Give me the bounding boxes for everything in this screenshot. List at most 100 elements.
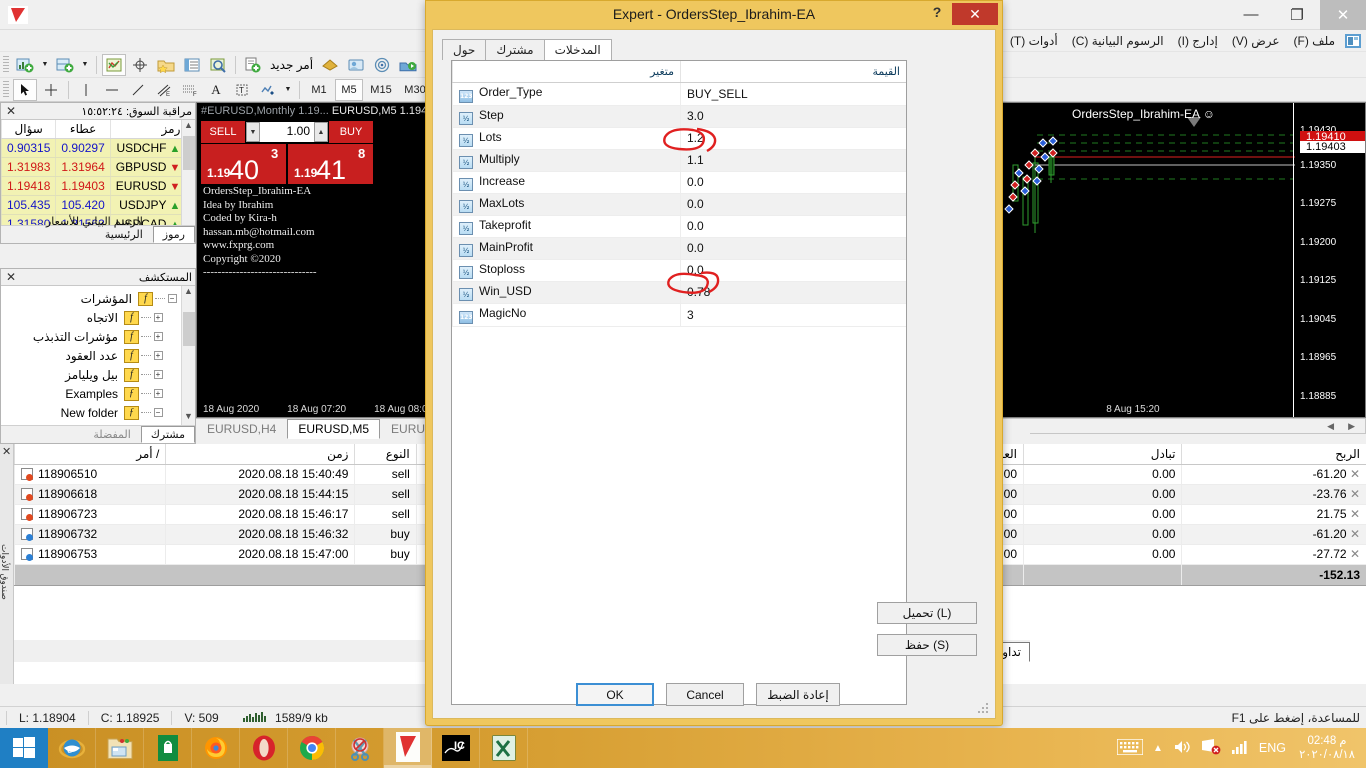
chart-dropdown-icon[interactable]: ▼ bbox=[39, 54, 51, 76]
volume-increment-icon[interactable]: ▲ bbox=[314, 122, 328, 142]
tab-tick-chart[interactable]: الرسم البياني للأسعار الرئيسية bbox=[1, 213, 153, 243]
save-button[interactable]: حفظ (S) bbox=[877, 634, 977, 656]
shapes-icon[interactable] bbox=[256, 79, 280, 101]
close-order-icon[interactable]: ✕ bbox=[1350, 507, 1360, 521]
tab-about[interactable]: حول bbox=[442, 39, 486, 60]
table-row[interactable]: ½Takeprofit 0.0 bbox=[453, 215, 907, 237]
param-value-cell[interactable]: 0.0 bbox=[681, 237, 907, 259]
scroll-down-icon[interactable]: ▼ bbox=[184, 411, 193, 425]
tab-symbols[interactable]: رموز bbox=[153, 226, 195, 243]
taskbar-file-explorer[interactable] bbox=[96, 728, 144, 768]
mql5-community-icon[interactable] bbox=[344, 54, 368, 76]
cancel-button[interactable]: Cancel bbox=[666, 683, 744, 706]
drawing-toolbar-grip[interactable] bbox=[3, 81, 9, 99]
clock[interactable]: 02:48 م ٢٠٢٠/٠٨/١٨ bbox=[1296, 734, 1358, 762]
close-button[interactable]: ✕ bbox=[1320, 0, 1366, 30]
crosshair-tool-icon[interactable] bbox=[39, 79, 63, 101]
new-order-label[interactable]: أمر جديد bbox=[266, 58, 317, 72]
buy-price-display[interactable]: 1.19 41 8 bbox=[288, 144, 373, 184]
volume-field[interactable]: ▼ 1.00 ▲ bbox=[245, 121, 329, 143]
menu-insert[interactable]: إدارج (I) bbox=[1171, 32, 1225, 50]
timeframe-m1[interactable]: M1 bbox=[305, 79, 333, 101]
param-value-cell[interactable]: 1.1 bbox=[681, 149, 907, 171]
tab-common[interactable]: مشترك bbox=[141, 426, 195, 443]
table-row[interactable]: ▲USDCHF 0.90297 0.90315 bbox=[2, 138, 182, 157]
table-row[interactable]: ½MaxLots 0.0 bbox=[453, 193, 907, 215]
menu-view[interactable]: عرض (V) bbox=[1225, 32, 1287, 50]
column-value[interactable]: القيمة bbox=[681, 61, 907, 82]
taskbar-ic-markets[interactable]: IC bbox=[432, 728, 480, 768]
tree-item-volumes[interactable]: + f عدد العقود bbox=[1, 346, 179, 365]
table-row[interactable]: ½Win_USD 0.78 bbox=[453, 281, 907, 303]
expander-icon[interactable]: + bbox=[151, 370, 165, 379]
param-value-cell[interactable]: 0.0 bbox=[681, 193, 907, 215]
table-row[interactable]: ½MainProfit 0.0 bbox=[453, 237, 907, 259]
column-time[interactable]: زمن bbox=[166, 444, 355, 464]
expander-icon[interactable]: − bbox=[165, 294, 179, 303]
tile-windows-icon[interactable] bbox=[53, 54, 77, 76]
tree-item-oscillators[interactable]: + f مؤشرات التذبذب bbox=[1, 327, 179, 346]
autotrading-icon[interactable] bbox=[396, 54, 420, 76]
taskbar-store[interactable] bbox=[144, 728, 192, 768]
text-icon[interactable]: A bbox=[204, 79, 228, 101]
sell-button[interactable]: SELL bbox=[201, 121, 245, 143]
close-icon[interactable]: ✕ bbox=[6, 270, 16, 284]
param-value-cell[interactable]: 3.0 bbox=[681, 105, 907, 127]
text-label-icon[interactable]: T bbox=[230, 79, 254, 101]
sell-price-display[interactable]: 1.19 40 3 bbox=[201, 144, 286, 184]
column-profit[interactable]: الربح bbox=[1182, 444, 1366, 464]
tree-item-trend[interactable]: + f الاتجاه bbox=[1, 308, 179, 327]
navigator-scrollbar[interactable]: ▲ ▼ bbox=[181, 286, 195, 425]
taskbar-metatrader[interactable] bbox=[384, 728, 432, 768]
close-order-icon[interactable]: ✕ bbox=[1350, 467, 1360, 481]
close-icon[interactable]: ✕ bbox=[2, 445, 11, 458]
table-row[interactable]: ½Stoploss 0.0 bbox=[453, 259, 907, 281]
trendline-icon[interactable] bbox=[126, 79, 150, 101]
vertical-line-icon[interactable] bbox=[74, 79, 98, 101]
taskbar-firefox[interactable] bbox=[192, 728, 240, 768]
table-row[interactable]: 123Order_Type BUY_SELL bbox=[453, 82, 907, 105]
param-value-cell[interactable]: 0.0 bbox=[681, 215, 907, 237]
close-icon[interactable]: ✕ bbox=[6, 104, 16, 118]
taskbar-chrome[interactable] bbox=[288, 728, 336, 768]
buy-button[interactable]: BUY bbox=[329, 121, 373, 143]
signals-icon[interactable] bbox=[370, 54, 394, 76]
volume-decrement-icon[interactable]: ▼ bbox=[246, 122, 260, 142]
network-signal-icon[interactable] bbox=[1231, 739, 1249, 758]
fibonacci-icon[interactable]: F bbox=[178, 79, 202, 101]
table-row[interactable]: ▲USDJPY 105.420 105.435 bbox=[2, 195, 182, 214]
reset-button[interactable]: إعادة الضبط bbox=[756, 683, 840, 706]
dialog-resize-grip[interactable] bbox=[977, 702, 989, 714]
table-row[interactable]: ½Multiply 1.1 bbox=[453, 149, 907, 171]
table-row[interactable]: 123MagicNo 3 bbox=[453, 303, 907, 326]
close-order-icon[interactable]: ✕ bbox=[1350, 547, 1360, 561]
param-value-cell[interactable]: 0.0 bbox=[681, 259, 907, 281]
tree-item-bill-williams[interactable]: + f بيل ويليامز bbox=[1, 365, 179, 384]
open-folder-icon[interactable] bbox=[154, 54, 178, 76]
param-value-cell-win-usd[interactable]: 0.78 bbox=[681, 281, 907, 303]
timeframe-m15[interactable]: M15 bbox=[365, 79, 397, 101]
scroll-thumb[interactable] bbox=[183, 312, 195, 346]
column-ask[interactable]: سؤال bbox=[2, 120, 56, 138]
param-value-cell-lots[interactable]: 1.2 bbox=[681, 127, 907, 149]
action-center-icon[interactable] bbox=[1201, 738, 1221, 758]
param-value-cell[interactable]: 0.0 bbox=[681, 171, 907, 193]
column-order[interactable]: أمر / bbox=[15, 444, 166, 464]
table-row[interactable]: ½Increase 0.0 bbox=[453, 171, 907, 193]
table-row[interactable]: ▼GBPUSD 1.31964 1.31983 bbox=[2, 157, 182, 176]
data-window-icon[interactable] bbox=[180, 54, 204, 76]
toolbar-grip[interactable] bbox=[3, 56, 9, 74]
table-row[interactable]: ½Step 3.0 bbox=[453, 105, 907, 127]
taskbar-snipping-tool[interactable] bbox=[336, 728, 384, 768]
taskbar-opera[interactable] bbox=[240, 728, 288, 768]
column-bid[interactable]: عطاء bbox=[56, 120, 110, 138]
param-value-cell[interactable]: BUY_SELL bbox=[681, 82, 907, 105]
shapes-dropdown-icon[interactable]: ▼ bbox=[282, 79, 294, 101]
expander-icon[interactable]: + bbox=[151, 389, 165, 398]
tree-item-examples[interactable]: + ƒ Examples bbox=[1, 384, 179, 403]
taskbar-excel[interactable] bbox=[480, 728, 528, 768]
new-chart-icon[interactable] bbox=[13, 54, 37, 76]
market-watch-icon[interactable] bbox=[102, 54, 126, 76]
window-tile-icon[interactable] bbox=[1342, 32, 1364, 50]
metaeditor-icon[interactable] bbox=[318, 54, 342, 76]
